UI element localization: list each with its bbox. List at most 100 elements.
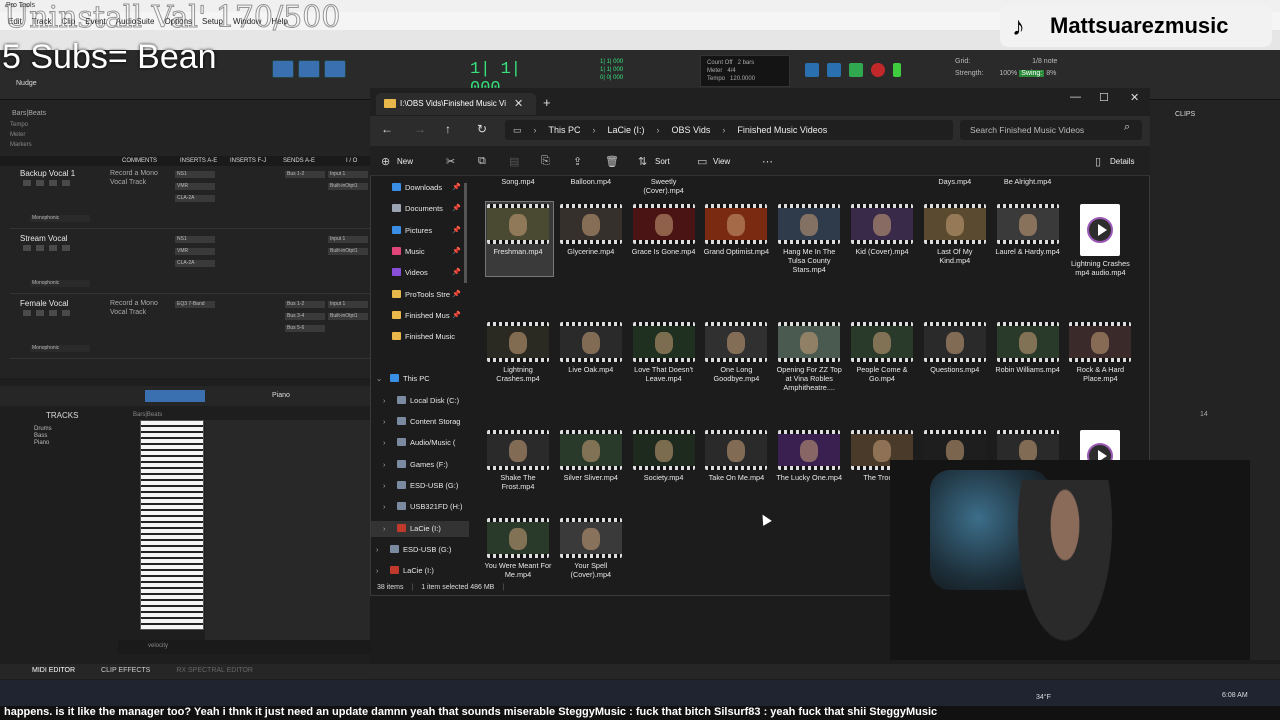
tree-item[interactable]: ESD-USB (G:) (397, 481, 458, 490)
minimize-icon[interactable]: — (1070, 91, 1081, 103)
file-item[interactable]: Love That Doesn't Leave.mp4 (630, 322, 698, 383)
file-item[interactable]: Laurel & Hardy.mp4 (994, 204, 1062, 256)
file-item[interactable]: Lightning Crashes mp4 audio.mp4 (1066, 204, 1134, 277)
chevron-icon[interactable]: › (383, 481, 386, 490)
up-arrow-icon[interactable]: ↑ (445, 122, 451, 136)
io-slot[interactable]: Built-inOtpt1 (328, 313, 368, 320)
mute-button[interactable] (61, 309, 71, 317)
insert-slot[interactable]: VMR (175, 248, 215, 255)
file-item[interactable]: Hang Me In The Tulsa County Stars.mp4 (775, 204, 843, 274)
grabber-tool-button[interactable] (324, 60, 346, 78)
io-slot[interactable]: Built-inOtpt1 (328, 183, 368, 190)
transport-settings[interactable]: Count Off 2 bars Meter 4/4 Tempo 120.000… (700, 55, 790, 87)
input-monitor-button[interactable] (35, 309, 45, 317)
chevron-icon[interactable]: › (376, 566, 379, 575)
mute-button[interactable] (61, 179, 71, 187)
tree-item[interactable]: USB321FD (H:) (397, 502, 463, 511)
insert-slot[interactable]: CLA-2A (175, 195, 215, 202)
track-name[interactable]: Backup Vocal 1 (20, 169, 75, 178)
new-button[interactable]: New (397, 157, 413, 166)
nav-item[interactable]: Finished Music (392, 332, 455, 341)
file-item[interactable]: Sweetly (Cover).mp4 (630, 177, 698, 195)
io-slot[interactable]: Input 1 (328, 171, 368, 178)
play-button[interactable] (849, 63, 863, 77)
file-item[interactable]: Your Spell (Cover).mp4 (557, 518, 625, 579)
insert-slot[interactable]: VMR (175, 183, 215, 190)
maximize-icon[interactable]: ☐ (1099, 91, 1109, 104)
file-item[interactable]: Glycerine.mp4 (557, 204, 625, 256)
tab-midi-editor[interactable]: MIDI EDITOR (32, 667, 75, 676)
insert-slot[interactable]: NS1 (175, 171, 215, 178)
explorer-tab[interactable]: I:\OBS Vids\Finished Music Vi (376, 93, 536, 115)
file-item[interactable]: Balloon.mp4 (557, 177, 625, 186)
taskbar-clock[interactable]: 6:08 AM (1222, 692, 1248, 699)
nav-scrollbar[interactable] (464, 183, 467, 283)
nav-item[interactable]: Pictures (392, 225, 432, 235)
file-item[interactable]: Last Of My Kind.mp4 (921, 204, 989, 265)
tab-rx-spectral-editor[interactable]: RX SPECTRAL EDITOR (176, 667, 253, 676)
nav-item[interactable]: ProTools Stre (392, 289, 450, 299)
breadcrumb-lacie[interactable]: LaCie (I:) (608, 125, 645, 135)
file-item[interactable]: Freshman.mp4 (484, 204, 552, 256)
file-item[interactable]: Grand Optimist.mp4 (702, 204, 770, 256)
main-counter[interactable]: 1| 1| 000 (470, 60, 550, 98)
nav-item[interactable]: Videos (392, 268, 428, 277)
file-item[interactable]: You Were Meant For Me.mp4 (484, 518, 552, 579)
new-tab-icon[interactable]: + (543, 95, 551, 110)
file-item[interactable]: Live Oak.mp4 (557, 322, 625, 374)
track-row[interactable]: Backup Vocal 1 Record a Mono Vocal Track N… (10, 167, 370, 229)
details-button[interactable]: Details (1110, 157, 1134, 166)
tree-item[interactable]: LaCie (I:) (397, 524, 441, 533)
tree-item[interactable]: LaCie (I:) (390, 566, 434, 575)
swing-value[interactable]: 8% (1046, 70, 1056, 77)
send-slot[interactable]: Bus 1-2 (285, 301, 325, 308)
midi-tool-group[interactable] (145, 390, 205, 402)
midi-track-bass[interactable]: Bass (22, 433, 52, 440)
delete-icon[interactable]: 🗑 (605, 155, 619, 168)
nav-item[interactable]: Finished Mus (392, 310, 450, 320)
rewind-button[interactable] (805, 63, 819, 77)
search-icon[interactable]: ⌕ (1124, 121, 1130, 134)
refresh-icon[interactable]: ↻ (477, 122, 487, 136)
midi-note-grid[interactable] (205, 420, 370, 640)
tree-item[interactable]: ESD-USB (G:) (390, 545, 451, 554)
nav-item[interactable]: Music (392, 246, 425, 256)
zoom-tool-button[interactable] (272, 60, 294, 78)
insert-slot[interactable]: CLA-2A (175, 260, 215, 267)
velocity-lane[interactable]: velocity (118, 640, 370, 654)
send-slot[interactable]: Bus 5-6 (285, 325, 325, 332)
track-row[interactable]: Stream Vocal NS1 VMR CLA-2A Input 1 Built-inO… (10, 232, 370, 294)
io-slot[interactable]: Input 1 (328, 236, 368, 243)
breadcrumb-finished-music-videos[interactable]: Finished Music Videos (737, 125, 827, 135)
breadcrumb-this-pc[interactable]: This PC (549, 125, 581, 135)
file-item[interactable]: Lightning Crashes.mp4 (484, 322, 552, 383)
io-slot[interactable]: Input 1 (328, 301, 368, 308)
chevron-icon[interactable]: › (383, 438, 386, 447)
tab-clip-effects[interactable]: CLIP EFFECTS (101, 667, 150, 676)
address-bar[interactable]: ▭ › This PC › LaCie (I:) › OBS Vids › Fi… (505, 120, 953, 140)
tree-item[interactable]: Games (F:) (397, 460, 448, 469)
tree-item[interactable]: Audio/Music ( (397, 438, 455, 447)
record-enable-button[interactable] (22, 309, 32, 317)
copy-icon[interactable]: ⧉ (478, 155, 486, 168)
instrument-name[interactable]: Piano (272, 392, 290, 399)
cut-icon[interactable]: ✂ (446, 155, 455, 168)
rename-icon[interactable]: ⎘ (541, 155, 550, 168)
record-button[interactable] (871, 63, 885, 77)
nav-item[interactable]: Downloads (392, 183, 442, 192)
chevron-icon[interactable]: › (376, 545, 379, 554)
grid-value[interactable]: 1/8 note (1032, 58, 1057, 65)
file-item[interactable]: Silver Sliver.mp4 (557, 430, 625, 482)
file-item[interactable]: Be Alright.mp4 (994, 177, 1062, 186)
file-item[interactable]: Rock & A Hard Place.mp4 (1066, 322, 1134, 383)
file-item[interactable]: Days.mp4 (921, 177, 989, 186)
trim-tool-button[interactable] (298, 60, 320, 78)
search-input[interactable]: Search Finished Music Videos (960, 120, 1142, 140)
io-slot[interactable]: Built-inOtpt1 (328, 248, 368, 255)
solo-button[interactable] (48, 309, 58, 317)
input-monitor-button[interactable] (35, 244, 45, 252)
send-slot[interactable]: Bus 1-2 (285, 171, 325, 178)
file-item[interactable]: Society.mp4 (630, 430, 698, 482)
file-item[interactable]: One Long Goodbye.mp4 (702, 322, 770, 383)
send-slot[interactable]: Bus 3-4 (285, 313, 325, 320)
